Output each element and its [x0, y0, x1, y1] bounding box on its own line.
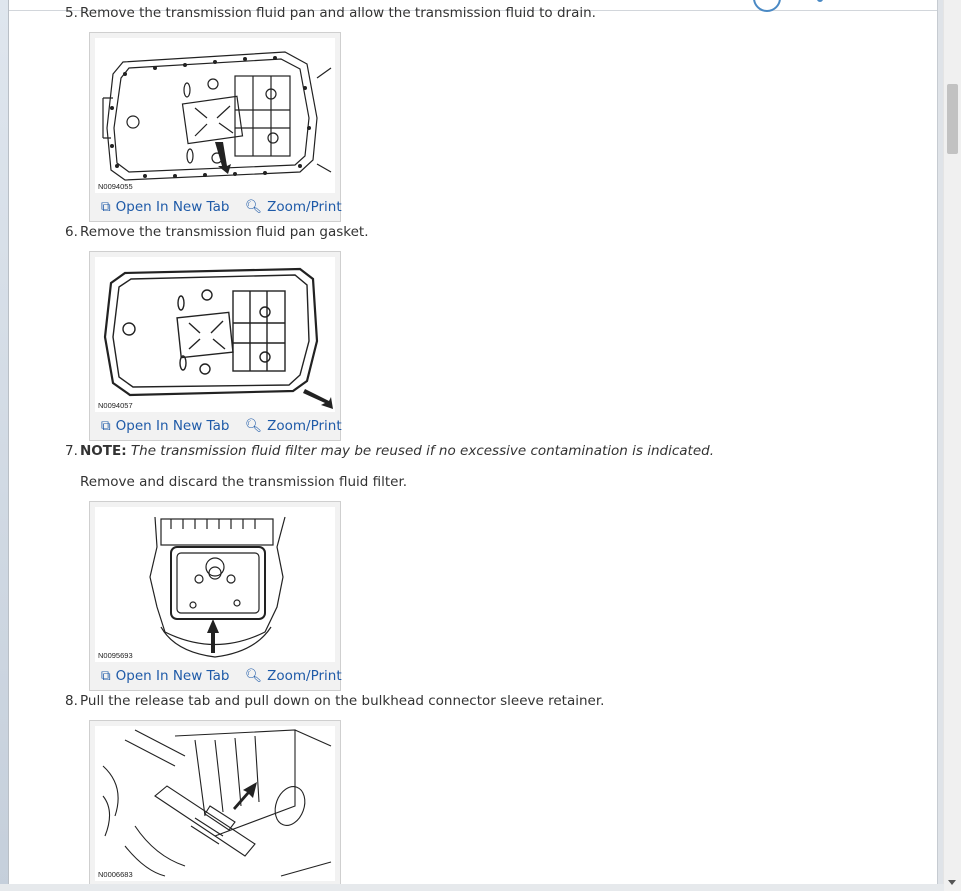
figure-links: ⧉ Open In New Tab 🔍︎ Zoom/Print — [90, 666, 342, 688]
figure-N0095693: N0095693 ⧉ Open In New Tab 🔍︎ Zoom/Print — [89, 501, 342, 691]
vertical-scrollbar[interactable] — [943, 0, 961, 891]
step-6: 6. Remove the transmission fluid pan gask… — [65, 224, 369, 240]
step-number: 5. — [65, 5, 78, 21]
link-label: Zoom/Print — [267, 668, 342, 684]
link-label: Open In New Tab — [115, 199, 230, 215]
step-text: Remove the transmission fluid pan and al… — [80, 5, 596, 21]
magnifier-zoom-icon: 🔍︎ — [245, 199, 263, 215]
figure-code: N0094055 — [98, 182, 133, 191]
step-text: Pull the release tab and pull down on th… — [80, 693, 605, 709]
magnifier-zoom-icon: 🔍︎ — [245, 668, 263, 684]
open-in-new-tab-link[interactable]: ⧉ Open In New Tab — [101, 668, 229, 684]
step-7-text: Remove and discard the transmission flui… — [80, 474, 408, 490]
transmission-gasket-illustration — [103, 267, 333, 409]
scrollbar-thumb[interactable] — [947, 84, 958, 154]
circle-icon[interactable] — [753, 0, 781, 12]
step-number: 7. — [65, 443, 78, 459]
figure-N0006683: N0006683 — [89, 720, 341, 884]
transmission-pan-illustration — [102, 51, 332, 181]
figure-image[interactable] — [95, 507, 335, 662]
figure-links: ⧉ Open In New Tab 🔍︎ Zoom/Print — [90, 197, 342, 219]
fluid-filter-illustration — [149, 516, 286, 658]
step-number: 8. — [65, 693, 78, 709]
link-label: Open In New Tab — [115, 418, 230, 434]
zoom-print-link[interactable]: 🔍︎ Zoom/Print — [245, 199, 342, 215]
zoom-print-link[interactable]: 🔍︎ Zoom/Print — [245, 418, 342, 434]
step-8: 8. Pull the release tab and pull down on … — [65, 693, 604, 709]
figure-code: N0006683 — [98, 870, 133, 879]
open-new-tab-icon: ⧉ — [101, 668, 111, 684]
open-in-new-tab-link[interactable]: ⧉ Open In New Tab — [101, 199, 229, 215]
dot-icon — [817, 0, 823, 2]
open-new-tab-icon: ⧉ — [101, 418, 111, 434]
link-label: Open In New Tab — [115, 668, 230, 684]
figure-code: N0094057 — [98, 401, 133, 410]
link-label: Zoom/Print — [267, 418, 342, 434]
note-text: The transmission fluid filter may be reu… — [130, 443, 714, 459]
bulkhead-connector-illustration — [102, 729, 332, 877]
figure-image[interactable] — [95, 257, 335, 412]
step-number: 6. — [65, 224, 78, 240]
open-new-tab-icon: ⧉ — [101, 199, 111, 215]
zoom-print-link[interactable]: 🔍︎ Zoom/Print — [245, 668, 342, 684]
figure-code: N0095693 — [98, 651, 133, 660]
magnifier-zoom-icon: 🔍︎ — [245, 418, 263, 434]
window-bottom-edge — [0, 884, 944, 891]
figure-links: ⧉ Open In New Tab 🔍︎ Zoom/Print — [90, 416, 342, 438]
link-label: Zoom/Print — [267, 199, 342, 215]
figure-image[interactable] — [95, 38, 335, 193]
figure-image[interactable] — [95, 726, 335, 881]
note-label: NOTE: — [80, 443, 127, 459]
step-5: 5. Remove the transmission fluid pan and … — [65, 5, 596, 21]
figure-N0094057: N0094057 ⧉ Open In New Tab 🔍︎ Zoom/Print — [89, 251, 342, 441]
window-left-edge — [0, 0, 8, 891]
figure-N0094055: N0094055 ⧉ Open In New Tab 🔍︎ Zoom/Print — [89, 32, 342, 222]
open-in-new-tab-link[interactable]: ⧉ Open In New Tab — [101, 418, 229, 434]
step-7-note: 7. NOTE: The transmission fluid filter ma… — [65, 443, 714, 459]
scroll-down-arrow-icon[interactable] — [948, 880, 956, 885]
step-text: Remove the transmission fluid pan gasket… — [80, 224, 369, 240]
procedure-window: 5. Remove the transmission fluid pan and … — [8, 0, 938, 884]
